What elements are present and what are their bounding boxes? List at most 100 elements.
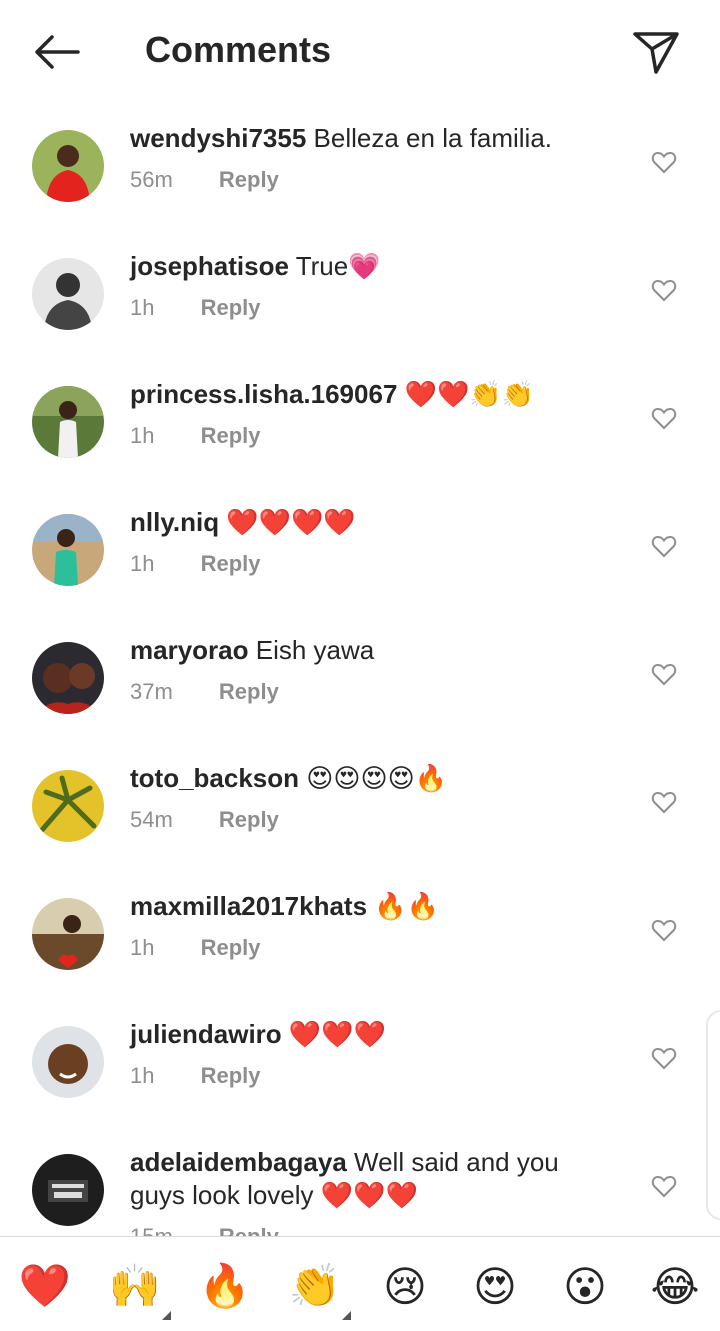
like-button[interactable] — [648, 914, 680, 946]
avatar[interactable] — [32, 898, 104, 970]
avatar[interactable] — [32, 130, 104, 202]
comment-username[interactable]: nlly.niq — [130, 507, 219, 537]
avatar[interactable] — [32, 386, 104, 458]
comment-body: nlly.niq ❤️❤️❤️❤️ 1h Reply — [130, 506, 620, 578]
surprised-emoji-icon: 😮 — [563, 1261, 607, 1311]
comment-time: 54m — [130, 807, 173, 832]
emoji-heart-eyes-button[interactable]: 😍 — [468, 1259, 522, 1313]
like-button[interactable] — [648, 1170, 680, 1202]
comment-time: 15m — [130, 1223, 173, 1236]
avatar[interactable] — [32, 1154, 104, 1226]
avatar[interactable] — [32, 514, 104, 586]
avatar[interactable] — [32, 258, 104, 330]
comment-time: 1h — [130, 295, 155, 320]
paper-plane-icon — [633, 32, 679, 74]
like-button[interactable] — [648, 274, 680, 306]
emoji-clap-button[interactable]: 👏 — [288, 1259, 342, 1313]
like-button[interactable] — [648, 786, 680, 818]
comment-time: 56m — [130, 167, 173, 192]
share-button[interactable] — [628, 26, 684, 78]
emoji-crying-button[interactable]: 😢 — [378, 1259, 432, 1313]
comment-username[interactable]: maxmilla2017khats — [130, 891, 367, 921]
comment-item: princess.lisha.169067 ❤️❤️👏👏 1h Reply — [0, 378, 720, 506]
reply-button[interactable]: Reply — [201, 550, 261, 578]
comment-body: josephatisoe True💗 1h Reply — [130, 250, 620, 322]
comment-item: josephatisoe True💗 1h Reply — [0, 250, 720, 378]
comment-item: adelaidembagaya Well said and you guys l… — [0, 1146, 720, 1236]
emoji-heart-button[interactable]: ❤️ — [18, 1259, 72, 1313]
heart-outline-icon — [651, 663, 677, 686]
reply-button[interactable]: Reply — [219, 166, 279, 194]
comment-time: 1h — [130, 935, 155, 960]
comment-body: maryorao Eish yawa 37m Reply — [130, 634, 620, 706]
heart-outline-icon — [651, 279, 677, 302]
comments-list[interactable]: wendyshi7355 Belleza en la familia. 56m … — [0, 100, 720, 1236]
comment-username[interactable]: wendyshi7355 — [130, 123, 306, 153]
heart-eyes-emoji-icon: 😍 — [473, 1261, 517, 1311]
comment-username[interactable]: maryorao — [130, 635, 249, 665]
reply-button[interactable]: Reply — [201, 294, 261, 322]
comment-emoji: ❤️❤️❤️❤️ — [226, 508, 356, 538]
avatar[interactable] — [32, 1026, 104, 1098]
heart-outline-icon — [651, 151, 677, 174]
comment-username[interactable]: princess.lisha.169067 — [130, 379, 397, 409]
comment-item: toto_backson 😍😍😍😍🔥 54m Reply — [0, 762, 720, 890]
heart-outline-icon — [651, 1175, 677, 1198]
heart-emoji-icon: ❤️ — [18, 1261, 72, 1310]
joy-emoji-icon: 😂 — [650, 1261, 700, 1311]
reply-button[interactable]: Reply — [201, 934, 261, 962]
comment-emoji: ❤️❤️👏👏 — [404, 380, 535, 410]
crying-emoji-icon: 😢 — [383, 1261, 427, 1311]
comment-body: adelaidembagaya Well said and you guys l… — [130, 1146, 620, 1236]
comment-text: True — [295, 251, 349, 281]
like-button[interactable] — [648, 146, 680, 178]
skin-tone-indicator — [342, 1311, 351, 1320]
comment-text: Belleza en la familia. — [313, 123, 553, 153]
comment-body: maxmilla2017khats 🔥🔥 1h Reply — [130, 890, 620, 962]
avatar[interactable] — [32, 642, 104, 714]
comment-body: wendyshi7355 Belleza en la familia. 56m … — [130, 122, 620, 194]
reply-button[interactable]: Reply — [219, 806, 279, 834]
reply-button[interactable]: Reply — [201, 1062, 261, 1090]
comment-time: 1h — [130, 1063, 155, 1088]
emoji-raised-hands-button[interactable]: 🙌 — [108, 1259, 162, 1313]
comment-body: juliendawiro ❤️❤️❤️ 1h Reply — [130, 1018, 620, 1090]
comment-emoji: 💗 — [348, 252, 381, 282]
avatar[interactable] — [32, 770, 104, 842]
scroll-handle[interactable] — [706, 1010, 720, 1220]
like-button[interactable] — [648, 530, 680, 562]
comment-item: maxmilla2017khats 🔥🔥 1h Reply — [0, 890, 720, 1018]
like-button[interactable] — [648, 658, 680, 690]
emoji-surprised-button[interactable]: 😮 — [558, 1259, 612, 1313]
emoji-reaction-bar: ❤️ 🙌 🔥 👏 😢 😍 😮 😂 — [0, 1236, 720, 1331]
comment-emoji: ❤️❤️❤️ — [288, 1020, 387, 1050]
clap-emoji-icon: 👏 — [288, 1261, 342, 1310]
raised-hands-emoji-icon: 🙌 — [108, 1261, 162, 1310]
comment-emoji: 😍😍😍😍🔥 — [306, 764, 448, 794]
like-button[interactable] — [648, 1042, 680, 1074]
comment-time: 37m — [130, 679, 173, 704]
reply-button[interactable]: Reply — [219, 678, 279, 706]
comment-item: maryorao Eish yawa 37m Reply — [0, 634, 720, 762]
comment-username[interactable]: juliendawiro — [130, 1019, 282, 1049]
comment-body: princess.lisha.169067 ❤️❤️👏👏 1h Reply — [130, 378, 620, 450]
header: Comments — [0, 0, 720, 100]
comment-body: toto_backson 😍😍😍😍🔥 54m Reply — [130, 762, 620, 834]
heart-outline-icon — [651, 1047, 677, 1070]
back-button[interactable] — [30, 28, 82, 76]
comment-emoji: ❤️❤️❤️ — [320, 1181, 418, 1211]
heart-outline-icon — [651, 535, 677, 558]
fire-emoji-icon: 🔥 — [198, 1261, 252, 1310]
comment-item: wendyshi7355 Belleza en la familia. 56m … — [0, 122, 720, 250]
emoji-joy-button[interactable]: 😂 — [648, 1259, 702, 1313]
reply-button[interactable]: Reply — [219, 1223, 279, 1236]
heart-outline-icon — [651, 407, 677, 430]
emoji-fire-button[interactable]: 🔥 — [198, 1259, 252, 1313]
reply-button[interactable]: Reply — [201, 422, 261, 450]
comment-username[interactable]: toto_backson — [130, 763, 299, 793]
heart-outline-icon — [651, 791, 677, 814]
comment-username[interactable]: josephatisoe — [130, 251, 289, 281]
like-button[interactable] — [648, 402, 680, 434]
comment-username[interactable]: adelaidembagaya — [130, 1147, 347, 1177]
comment-text: Eish yawa — [255, 635, 375, 665]
